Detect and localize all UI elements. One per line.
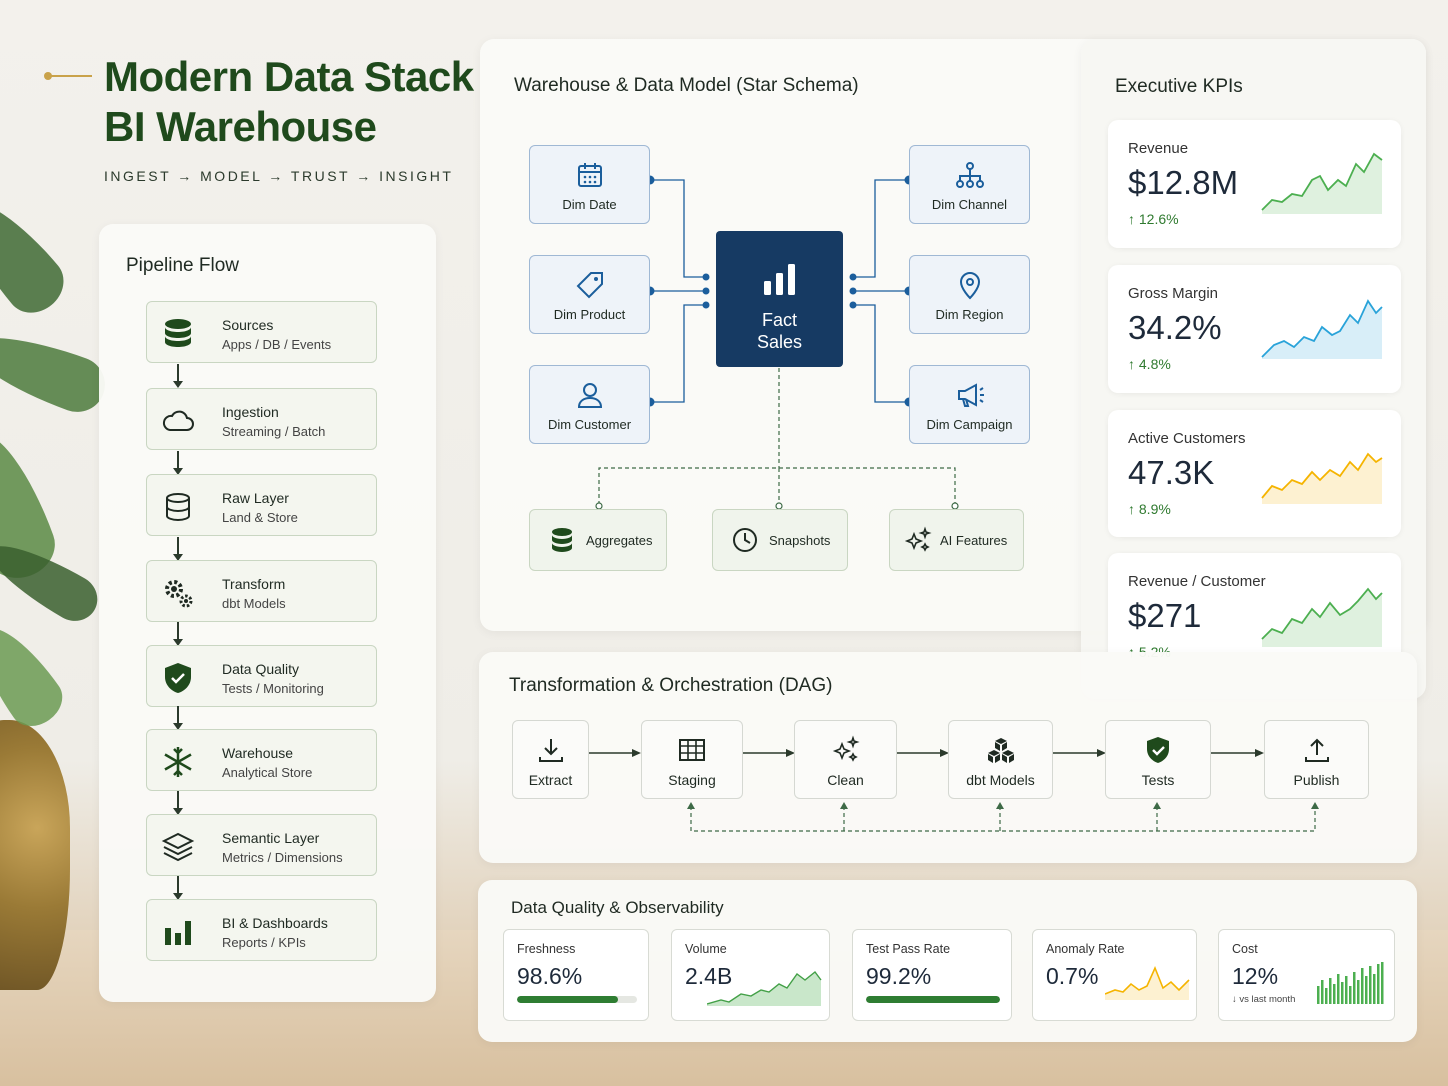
test-pass-progress-bar <box>866 996 1000 1003</box>
dag-step-extract[interactable]: Extract <box>512 720 589 799</box>
dag-step-label: dbt Models <box>966 772 1035 788</box>
dq-value: 98.6% <box>517 963 583 989</box>
dq-card-anomaly-rate[interactable]: Anomaly Rate 0.7% <box>1032 929 1197 1021</box>
dq-card-volume[interactable]: Volume 2.4B <box>671 929 830 1021</box>
dag-step-staging[interactable]: Staging <box>641 720 743 799</box>
upload-icon <box>1304 738 1329 762</box>
quality-title: Data Quality & Observability <box>511 898 724 917</box>
dag-step-publish[interactable]: Publish <box>1264 720 1369 799</box>
dag-step-clean[interactable]: Clean <box>794 720 897 799</box>
shield-check-icon <box>1147 737 1169 763</box>
dag-step-label: Extract <box>528 772 573 788</box>
dq-card-test-pass-rate[interactable]: Test Pass Rate 99.2% <box>852 929 1012 1021</box>
dq-card-freshness[interactable]: Freshness 98.6% <box>503 929 649 1021</box>
dag-step-label: Tests <box>1141 772 1175 788</box>
volume-sparkline <box>707 971 822 1006</box>
sparkles-icon <box>832 735 860 762</box>
anomaly-sparkline <box>1105 965 1190 1000</box>
dq-label: Volume <box>685 942 727 956</box>
dq-note: ↓ vs last month <box>1232 994 1296 1005</box>
cubes-icon <box>987 738 1014 763</box>
freshness-progress-bar <box>517 996 637 1003</box>
dq-label: Freshness <box>517 942 576 956</box>
dq-value: 0.7% <box>1046 963 1099 989</box>
dag-step-dbt-models[interactable]: dbt Models <box>948 720 1053 799</box>
cost-bar-sparkline <box>1317 962 1384 1004</box>
dq-value: 99.2% <box>866 963 932 989</box>
dag-step-label: Publish <box>1293 772 1340 788</box>
dq-label: Anomaly Rate <box>1046 942 1125 956</box>
download-icon <box>538 739 563 762</box>
dq-card-cost[interactable]: Cost 12% ↓ vs last month <box>1218 929 1395 1021</box>
dq-label: Test Pass Rate <box>866 942 951 956</box>
dq-value: 12% <box>1232 963 1279 989</box>
dag-step-label: Staging <box>668 772 716 788</box>
dag-step-tests[interactable]: Tests <box>1105 720 1211 799</box>
dq-label: Cost <box>1232 942 1258 956</box>
dag-step-label: Clean <box>827 772 864 788</box>
table-icon <box>679 739 705 761</box>
